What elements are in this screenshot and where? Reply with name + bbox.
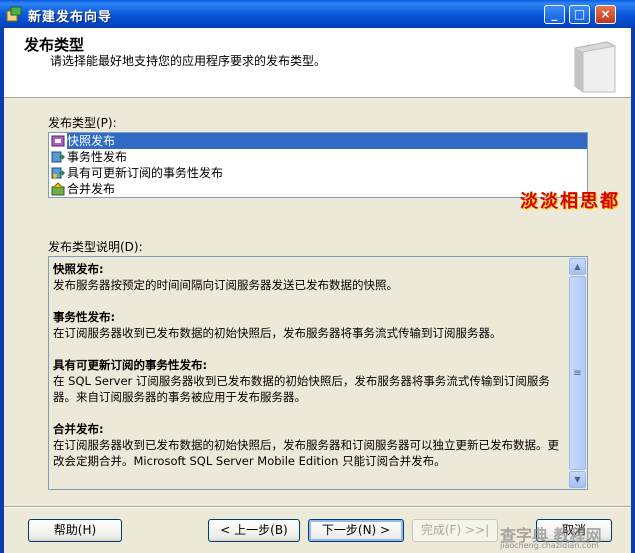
- description-label: 发布类型说明(D):: [48, 240, 143, 254]
- description-box[interactable]: 快照发布: 发布服务器按预定的时间间隔向订阅服务器发送已发布数据的快照。 事务性…: [48, 256, 588, 490]
- close-button[interactable]: ×: [595, 5, 616, 24]
- book-icon: [574, 41, 616, 93]
- list-item-snapshot[interactable]: 快照发布: [49, 133, 587, 149]
- list-item-merge[interactable]: 合并发布: [49, 181, 587, 197]
- back-button[interactable]: < 上一步(B): [208, 519, 300, 542]
- window-title: 新建发布向导: [28, 10, 113, 25]
- wizard-header: 发布类型 请选择能最好地支持您的应用程序要求的发布类型。: [4, 28, 631, 98]
- description-scrollbar[interactable]: ▲ ≡ ▼: [569, 258, 586, 488]
- list-item-transactional[interactable]: 事务性发布: [49, 149, 587, 165]
- window-border-right: [631, 28, 635, 553]
- section-body: 发布服务器按预定的时间间隔向订阅服务器发送已发布数据的快照。: [53, 278, 398, 292]
- merge-icon: [51, 182, 65, 196]
- updatable-transactional-icon: [51, 167, 65, 179]
- title-bar[interactable]: 新建发布向导 _ □ ×: [0, 0, 635, 28]
- publication-type-list[interactable]: 快照发布 事务性发布 具有可更新订阅的事务性发布 合并发布: [48, 132, 588, 198]
- section-body: 在订阅服务器收到已发布数据的初始快照后，发布服务器将事务流式传输到订阅服务器。: [53, 326, 502, 340]
- window-border-left: [0, 28, 4, 553]
- section-heading: 快照发布:: [53, 262, 104, 276]
- description-text: 快照发布: 发布服务器按预定的时间间隔向订阅服务器发送已发布数据的快照。 事务性…: [51, 259, 569, 487]
- scroll-thumb[interactable]: ≡: [569, 276, 586, 470]
- overlay-text: 淡淡相思都: [520, 191, 620, 212]
- footer-divider: [4, 506, 631, 508]
- section-heading: 具有可更新订阅的事务性发布:: [53, 358, 208, 372]
- page-subtitle: 请选择能最好地支持您的应用程序要求的发布类型。: [50, 54, 327, 68]
- section-body: 在 SQL Server 订阅服务器收到已发布数据的初始快照后，发布服务器将事务…: [53, 374, 550, 404]
- watermark-url: jiaocheng.chazidian.com: [500, 541, 600, 550]
- list-item-label: 事务性发布: [67, 150, 128, 164]
- list-item-label: 快照发布: [67, 133, 587, 149]
- scroll-up-icon[interactable]: ▲: [569, 258, 586, 275]
- section-heading: 合并发布:: [53, 422, 104, 436]
- maximize-button[interactable]: □: [569, 5, 590, 24]
- section-heading: 事务性发布:: [53, 310, 116, 324]
- list-item-label: 合并发布: [67, 182, 116, 196]
- section-body: 在订阅服务器收到已发布数据的初始快照后，发布服务器和订阅服务器可以独立更新已发布…: [53, 438, 559, 468]
- list-item-label: 具有可更新订阅的事务性发布: [67, 166, 224, 180]
- wizard-icon: [6, 6, 22, 22]
- next-button[interactable]: 下一步(N) >: [308, 519, 404, 542]
- scroll-down-icon[interactable]: ▼: [569, 471, 586, 488]
- finish-button[interactable]: 完成(F) >>|: [412, 519, 498, 542]
- transactional-icon: [51, 151, 65, 163]
- help-button[interactable]: 帮助(H): [28, 519, 122, 542]
- snapshot-icon: [51, 135, 65, 147]
- minimize-button[interactable]: _: [544, 5, 565, 24]
- publication-type-label: 发布类型(P):: [48, 116, 117, 130]
- list-item-updatable-transactional[interactable]: 具有可更新订阅的事务性发布: [49, 165, 587, 181]
